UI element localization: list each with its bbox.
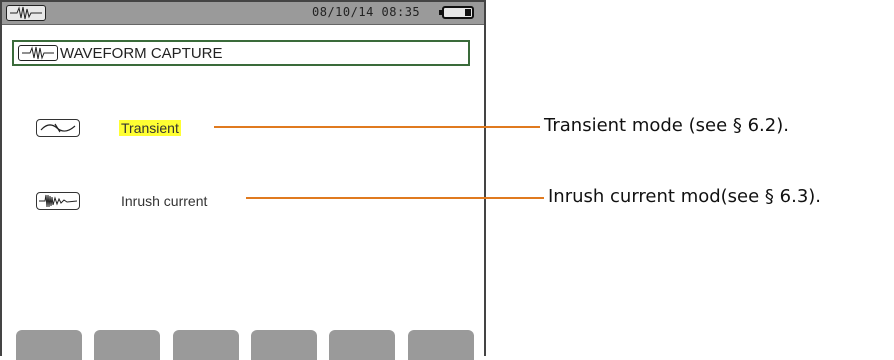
device-screen: 08/10/14 08:35 WAVEFORM CAPTURE Transien… bbox=[0, 0, 486, 360]
inrush-icon[interactable] bbox=[36, 192, 80, 210]
menu-item-transient[interactable]: Transient bbox=[119, 120, 181, 136]
callout-line-transient bbox=[214, 126, 540, 128]
waveform-capture-icon bbox=[18, 45, 58, 61]
datetime-display: 08/10/14 08:35 bbox=[312, 5, 421, 19]
battery-icon bbox=[439, 6, 474, 19]
menu-item-inrush-current[interactable]: Inrush current bbox=[119, 193, 209, 209]
screen-title: WAVEFORM CAPTURE bbox=[60, 45, 223, 62]
status-bar: 08/10/14 08:35 bbox=[2, 2, 484, 25]
screen-title-box: WAVEFORM CAPTURE bbox=[12, 40, 470, 66]
callout-transient-mode: Transient mode (see § 6.2). bbox=[544, 115, 789, 136]
transient-icon[interactable] bbox=[36, 119, 80, 137]
callout-line-inrush bbox=[246, 197, 544, 199]
callout-inrush-mode: Inrush current mod(see § 6.3). bbox=[548, 186, 822, 207]
waveform-icon bbox=[6, 5, 46, 21]
